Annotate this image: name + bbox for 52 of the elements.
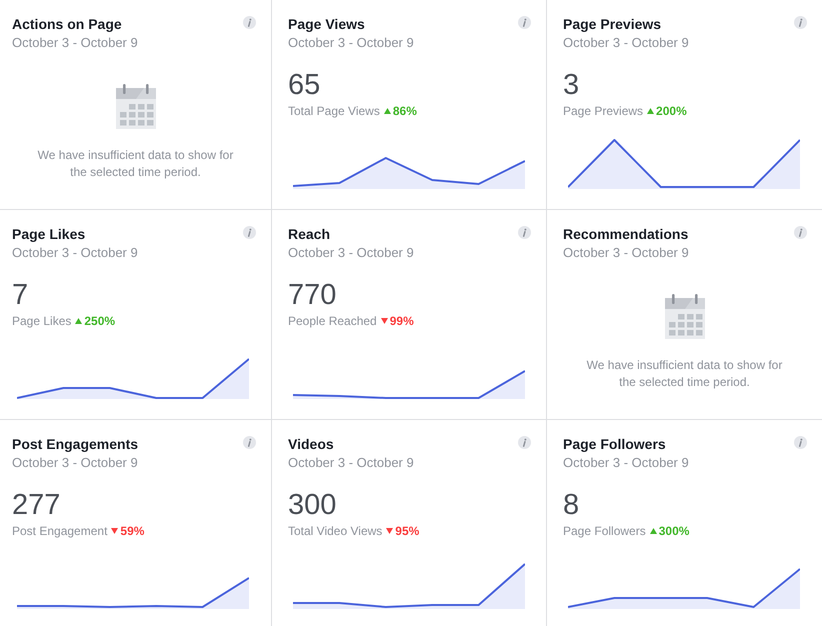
- calendar-icon: [116, 84, 156, 129]
- change-percent: 99%: [390, 313, 414, 329]
- metric-label: Page Previews: [563, 103, 644, 119]
- card-title: Videos: [288, 435, 334, 453]
- metric-label: Total Page Views: [288, 103, 380, 119]
- date-range: October 3 - October 9: [563, 34, 689, 51]
- date-range: October 3 - October 9: [12, 244, 138, 261]
- card-title: Reach: [288, 225, 330, 243]
- info-icon[interactable]: [794, 226, 807, 239]
- metric-label: People Reached: [288, 313, 377, 329]
- info-icon[interactable]: [243, 436, 256, 449]
- metric-value: 300: [288, 488, 336, 522]
- card-title: Post Engagements: [12, 435, 138, 453]
- metric-value: 770: [288, 278, 336, 312]
- metric-label: Page Likes: [12, 313, 72, 329]
- metric-label: Post Engagement: [12, 523, 108, 539]
- date-range: October 3 - October 9: [563, 244, 689, 261]
- info-icon[interactable]: [794, 436, 807, 449]
- empty-state-message: We have insufficient data to show for the selected time period.: [36, 147, 234, 181]
- info-icon[interactable]: [243, 226, 256, 239]
- card-title: Recommendations: [563, 225, 688, 243]
- change-percent: 95%: [395, 523, 420, 539]
- empty-state-message: We have insufficient data to show for the selected time period.: [586, 357, 784, 391]
- date-range: October 3 - October 9: [288, 454, 414, 471]
- date-range: October 3 - October 9: [288, 244, 414, 261]
- card-title: Page Followers: [563, 435, 666, 453]
- date-range: October 3 - October 9: [563, 454, 689, 471]
- date-range: October 3 - October 9: [12, 34, 138, 51]
- card-title: Actions on Page: [12, 15, 122, 33]
- info-icon[interactable]: [794, 16, 807, 29]
- change-percent: 86%: [392, 103, 417, 119]
- metric-label: Total Video Views: [288, 523, 382, 539]
- info-icon[interactable]: [518, 16, 531, 29]
- metric-value: 8: [563, 488, 580, 522]
- info-icon[interactable]: [243, 16, 256, 29]
- card-title: Page Likes: [12, 225, 86, 243]
- change-percent: 250%: [84, 313, 116, 329]
- change-percent: 59%: [120, 523, 144, 539]
- metric-value: 3: [563, 68, 580, 102]
- card-title: Page Views: [288, 15, 365, 33]
- info-icon[interactable]: [518, 436, 531, 449]
- calendar-icon: [664, 294, 704, 339]
- date-range: October 3 - October 9: [288, 34, 414, 51]
- change-percent: 200%: [656, 103, 687, 119]
- metric-value: 277: [12, 488, 60, 522]
- metric-value: 7: [12, 278, 28, 312]
- date-range: October 3 - October 9: [12, 454, 138, 471]
- info-icon[interactable]: [518, 226, 531, 239]
- card-title: Page Previews: [563, 15, 662, 33]
- metric-label: Page Followers: [563, 523, 646, 539]
- change-percent: 300%: [658, 523, 690, 539]
- metric-value: 65: [288, 68, 320, 102]
